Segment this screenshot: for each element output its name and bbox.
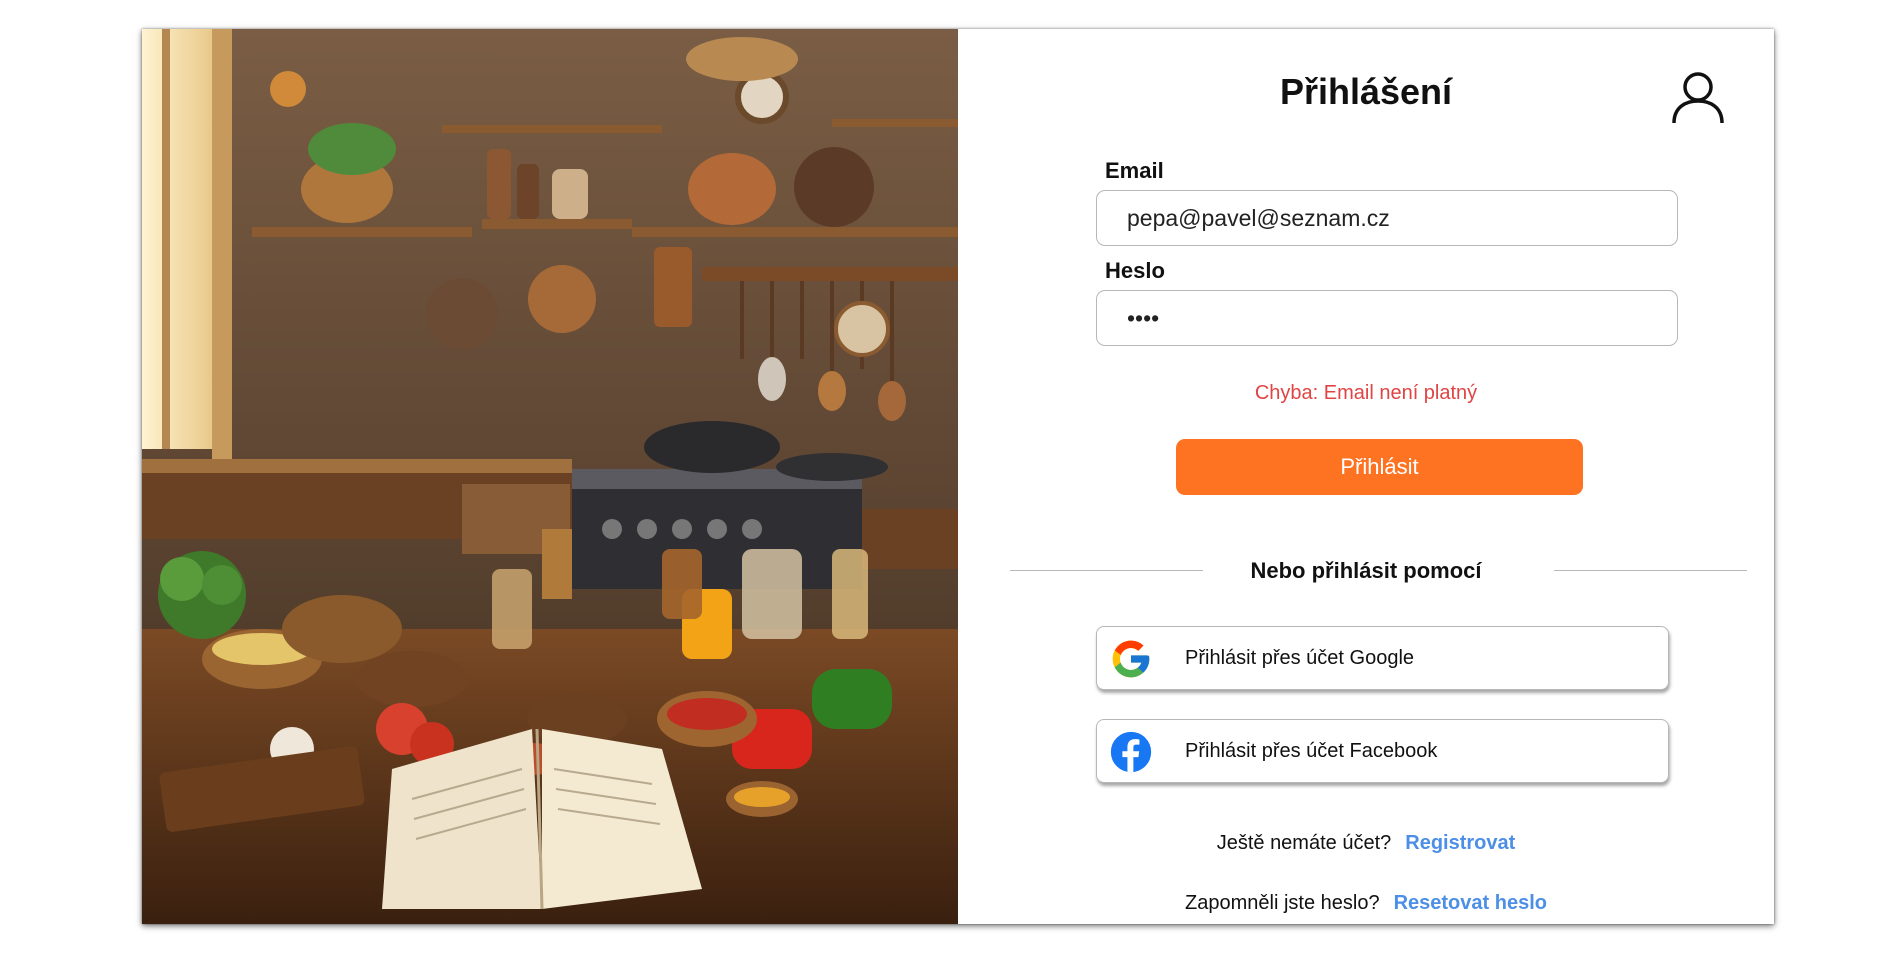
login-card: Přihlášení Email Heslo Chyba: Email není… <box>142 29 1774 924</box>
facebook-login-button[interactable]: Přihlásit přes účet Facebook <box>1096 719 1669 783</box>
facebook-login-label: Přihlásit přes účet Facebook <box>1185 740 1438 762</box>
password-input[interactable] <box>1096 290 1678 346</box>
google-login-button[interactable]: Přihlásit přes účet Google <box>1096 626 1669 690</box>
page-title: Přihlášení <box>1279 71 1453 112</box>
facebook-icon <box>1110 731 1152 773</box>
forgot-prompt: Zapomněli jste heslo? <box>1185 892 1380 914</box>
kitchen-hero-image <box>142 29 958 924</box>
login-panel: Přihlášení Email Heslo Chyba: Email není… <box>958 29 1774 924</box>
reset-password-link[interactable]: Resetovat heslo <box>1394 892 1547 914</box>
register-link[interactable]: Registrovat <box>1405 832 1515 854</box>
error-message: Chyba: Email není platný <box>1254 382 1478 404</box>
login-button[interactable]: Přihlásit <box>1176 439 1583 495</box>
divider-text: Nebo přihlásit pomocí <box>1250 558 1482 583</box>
google-login-label: Přihlásit přes účet Google <box>1185 647 1415 669</box>
email-label: Email <box>1105 158 1164 183</box>
register-prompt: Ještě nemáte účet? <box>1216 832 1392 854</box>
reset-row: Zapomněli jste heslo? Resetovat heslo <box>958 892 1774 915</box>
register-row: Ještě nemáte účet? Registrovat <box>958 832 1774 855</box>
password-label: Heslo <box>1105 258 1165 283</box>
user-icon[interactable] <box>1670 69 1726 125</box>
email-input[interactable] <box>1096 190 1678 246</box>
google-icon <box>1112 640 1150 678</box>
